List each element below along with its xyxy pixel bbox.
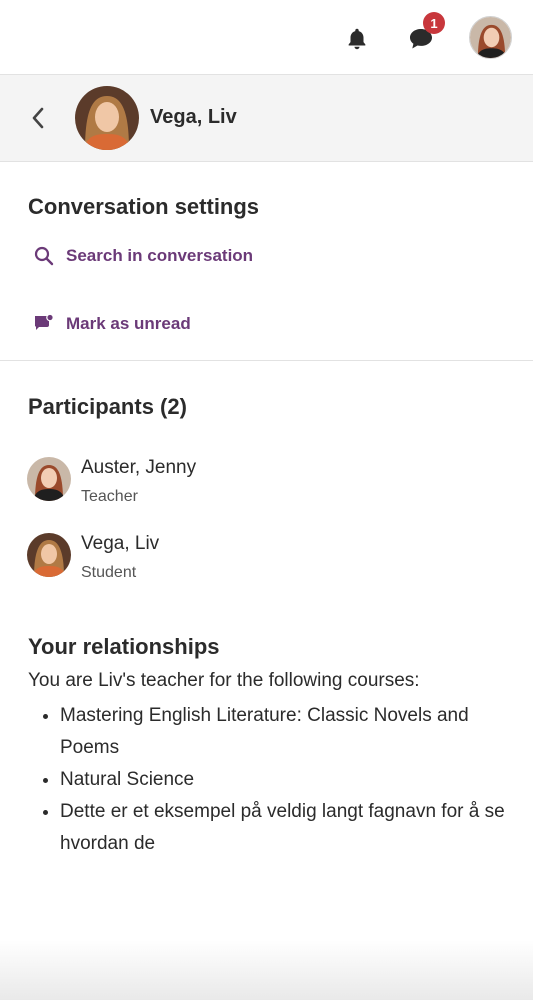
mark-as-unread-button[interactable]: Mark as unread: [33, 313, 191, 335]
contact-avatar: [75, 86, 139, 150]
participant-item: Vega, Liv Student: [27, 533, 507, 583]
search-in-conversation-button[interactable]: Search in conversation: [33, 245, 253, 267]
participant-name: Auster, Jenny: [81, 457, 197, 478]
bottom-shadow: [0, 940, 533, 1000]
search-in-conversation-label: Search in conversation: [66, 246, 254, 265]
participant-name: Vega, Liv: [81, 533, 160, 554]
chevron-left-icon: [32, 107, 44, 129]
chat-unread-icon: [33, 313, 55, 335]
participant-role: Teacher: [81, 488, 138, 505]
search-icon: [33, 245, 55, 267]
top-bar: 1: [0, 0, 533, 75]
avatar: [27, 457, 71, 501]
list-item: Mastering English Literature: Classic No…: [60, 700, 518, 764]
relationships-heading: Your relationships: [28, 634, 220, 659]
participant-item: Auster, Jenny Teacher: [27, 457, 507, 507]
conversation-header: Vega, Liv: [0, 75, 533, 162]
list-item: Dette er et eksempel på veldig langt fag…: [60, 796, 518, 860]
user-avatar[interactable]: [469, 16, 512, 59]
back-button[interactable]: [26, 105, 50, 131]
participant-role: Student: [81, 564, 137, 581]
avatar: [27, 533, 71, 577]
course-list: Mastering English Literature: Classic No…: [28, 700, 518, 860]
list-item: Natural Science: [60, 764, 518, 796]
participants-heading: Participants (2): [28, 394, 187, 419]
conversation-settings-heading: Conversation settings: [28, 194, 260, 219]
relationships-intro: You are Liv's teacher for the following …: [28, 670, 420, 691]
mark-as-unread-label: Mark as unread: [66, 314, 191, 333]
contact-name: Vega, Liv: [150, 106, 237, 128]
section-divider: [0, 360, 533, 361]
bell-icon[interactable]: [343, 25, 371, 53]
unread-count-badge: 1: [423, 12, 445, 34]
